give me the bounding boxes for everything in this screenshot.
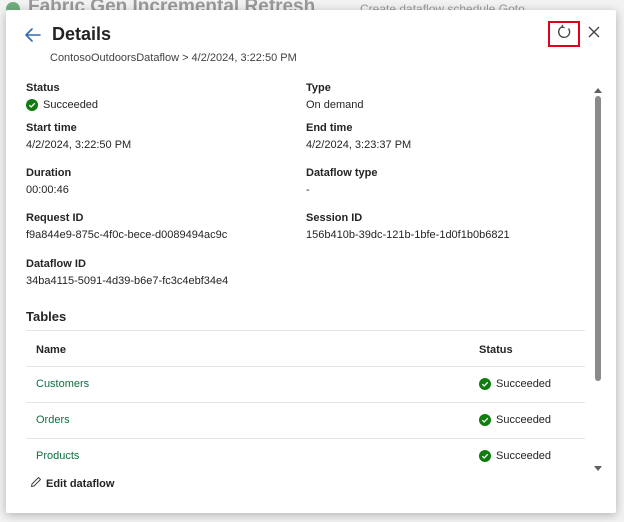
table-name-link[interactable]: Products (36, 450, 79, 462)
close-button[interactable] (584, 24, 604, 44)
details-dialog: Details ContosoOutdoorsDataflow > 4/2/20… (6, 10, 616, 513)
breadcrumb: ContosoOutdoorsDataflow > 4/2/2024, 3:22… (50, 52, 297, 64)
close-icon (588, 25, 600, 43)
refresh-icon (556, 24, 572, 45)
duration-value: 00:00:46 (26, 184, 69, 196)
table-row: Customers Succeeded (26, 366, 585, 402)
table-name-link[interactable]: Customers (36, 378, 89, 390)
session-id-value: 156b410b-39dc-121b-1bfe-1d0f1b0b6821 (306, 229, 510, 241)
table-status: Succeeded (496, 378, 552, 390)
request-id-label: Request ID (26, 212, 84, 224)
tables-heading: Tables (26, 309, 67, 324)
session-id-field: Session ID 156b410b-39dc-121b-1bfe-1d0f1… (306, 212, 510, 241)
vertical-scrollbar[interactable] (592, 82, 604, 471)
table-name-link[interactable]: Orders (36, 414, 70, 426)
column-header-name: Name (36, 344, 66, 356)
request-id-field: Request ID f9a844e9-875c-4f0c-bece-d0089… (26, 212, 227, 241)
end-time-field: End time 4/2/2024, 3:23:37 PM (306, 122, 411, 151)
column-header-status: Status (479, 344, 513, 356)
status-value: Succeeded (43, 99, 99, 111)
table-row: Products Succeeded (26, 438, 585, 474)
tables-table: Name Status Customers Succeeded Orders S… (26, 330, 585, 474)
dataflow-id-value: 34ba4115-5091-4d39-b6e7-fc3c4ebf34e4 (26, 275, 229, 287)
pencil-icon (30, 476, 46, 491)
scroll-down-arrow-icon[interactable] (594, 459, 602, 471)
dataflow-id-label: Dataflow ID (26, 258, 86, 270)
dataflow-type-label: Dataflow type (306, 167, 378, 179)
end-time-label: End time (306, 122, 353, 134)
duration-label: Duration (26, 167, 72, 179)
details-content: Status Succeeded Type On demand Start ti… (6, 80, 592, 490)
status-field: Status Succeeded (26, 82, 98, 111)
success-check-icon (26, 99, 38, 111)
success-check-icon (479, 450, 491, 462)
type-label: Type (306, 82, 331, 94)
type-field: Type On demand (306, 82, 363, 111)
refresh-button[interactable] (548, 21, 580, 47)
duration-field: Duration 00:00:46 (26, 167, 71, 196)
scrollbar-thumb[interactable] (595, 96, 601, 381)
dataflow-type-value: - (306, 184, 310, 196)
table-row: Orders Succeeded (26, 402, 585, 438)
table-status: Succeeded (496, 414, 552, 426)
session-id-label: Session ID (306, 212, 363, 224)
start-time-value: 4/2/2024, 3:22:50 PM (26, 139, 132, 151)
table-status: Succeeded (496, 450, 552, 462)
scroll-up-arrow-icon[interactable] (594, 82, 602, 93)
success-check-icon (479, 414, 491, 426)
start-time-field: Start time 4/2/2024, 3:22:50 PM (26, 122, 131, 151)
back-arrow-icon[interactable] (24, 27, 42, 43)
edit-dataflow-button[interactable]: Edit dataflow (30, 476, 114, 491)
table-header-row: Name Status (26, 330, 585, 366)
success-check-icon (479, 378, 491, 390)
dataflow-id-field: Dataflow ID 34ba4115-5091-4d39-b6e7-fc3c… (26, 258, 228, 287)
dataflow-type-field: Dataflow type - (306, 167, 378, 196)
request-id-value: f9a844e9-875c-4f0c-bece-d0089494ac9c (26, 229, 228, 241)
type-value: On demand (306, 99, 364, 111)
edit-dataflow-label: Edit dataflow (46, 477, 115, 490)
dialog-title: Details (52, 24, 112, 44)
start-time-label: Start time (26, 122, 77, 134)
end-time-value: 4/2/2024, 3:23:37 PM (306, 139, 412, 151)
status-label: Status (26, 82, 60, 94)
